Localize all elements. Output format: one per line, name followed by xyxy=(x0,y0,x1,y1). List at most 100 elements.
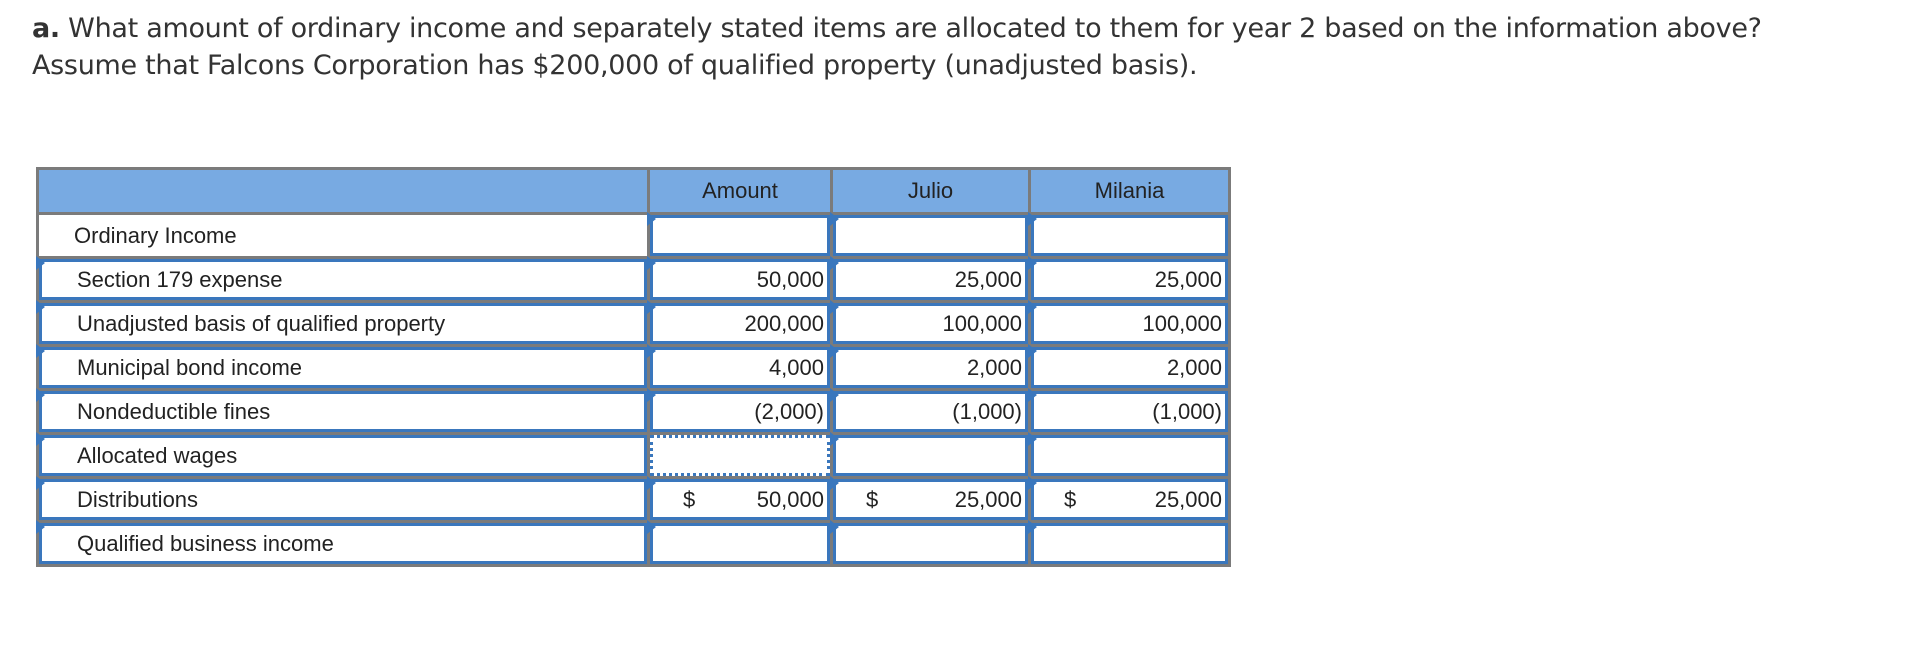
row-label-dropdown[interactable]: Nondeductible fines xyxy=(36,388,650,435)
julio-input[interactable] xyxy=(830,212,1031,259)
allocation-table: Amount Julio Milania Ordinary Income Sect… xyxy=(36,167,1231,567)
input-marker-icon xyxy=(830,388,839,402)
currency-symbol: $ xyxy=(683,486,696,512)
milania-field[interactable] xyxy=(1031,215,1228,256)
julio-field[interactable]: $25,000 xyxy=(833,479,1028,520)
amount-value: 4,000 xyxy=(768,354,824,380)
row-label-dropdown[interactable]: Unadjusted basis of qualified property xyxy=(36,300,650,347)
julio-input[interactable]: $25,000 xyxy=(830,476,1031,523)
dropdown-marker-icon xyxy=(36,520,45,534)
input-marker-icon xyxy=(830,344,839,358)
dropdown-marker-icon xyxy=(36,388,45,402)
amount-input[interactable]: 4,000 xyxy=(647,344,833,391)
milania-input[interactable]: 100,000 xyxy=(1028,300,1231,347)
currency-symbol: $ xyxy=(866,486,879,512)
header-row: Amount Julio Milania xyxy=(36,167,1231,215)
table-row: Nondeductible fines (2,000) (1,000) (1,000) xyxy=(36,388,1231,435)
header-julio: Julio xyxy=(830,167,1031,215)
amount-input[interactable]: $50,000 xyxy=(647,476,833,523)
row-label-text: Municipal bond income xyxy=(39,347,647,388)
table-row: Qualified business income xyxy=(36,520,1231,567)
amount-field[interactable] xyxy=(650,435,830,476)
milania-field[interactable] xyxy=(1031,523,1228,564)
header-amount: Amount xyxy=(647,167,833,215)
amount-field[interactable]: (2,000) xyxy=(650,391,830,432)
milania-field[interactable]: 2,000 xyxy=(1031,347,1228,388)
julio-input[interactable]: 2,000 xyxy=(830,344,1031,391)
milania-value: 25,000 xyxy=(1154,266,1222,292)
julio-input[interactable]: 25,000 xyxy=(830,256,1031,303)
amount-value: 50,000 xyxy=(756,486,824,512)
amount-input[interactable] xyxy=(647,212,833,259)
table-row: Distributions $50,000 $25,000 $25,000 xyxy=(36,476,1231,523)
input-marker-icon xyxy=(1028,212,1037,226)
milania-field[interactable]: 100,000 xyxy=(1031,303,1228,344)
amount-field[interactable] xyxy=(650,523,830,564)
julio-value: (1,000) xyxy=(952,398,1022,424)
milania-input[interactable] xyxy=(1028,212,1231,259)
row-label-dropdown[interactable]: Municipal bond income xyxy=(36,344,650,391)
table-row: Ordinary Income xyxy=(36,212,1231,259)
julio-field[interactable] xyxy=(833,215,1028,256)
milania-value: 2,000 xyxy=(1166,354,1222,380)
amount-field[interactable]: 50,000 xyxy=(650,259,830,300)
input-marker-icon xyxy=(647,520,656,534)
amount-field[interactable]: $50,000 xyxy=(650,479,830,520)
julio-field[interactable]: (1,000) xyxy=(833,391,1028,432)
julio-input[interactable] xyxy=(830,520,1031,567)
input-marker-icon xyxy=(1028,520,1037,534)
milania-input[interactable] xyxy=(1028,432,1231,479)
row-label-dropdown[interactable]: Distributions xyxy=(36,476,650,523)
amount-value: 200,000 xyxy=(744,310,824,336)
milania-field[interactable]: (1,000) xyxy=(1031,391,1228,432)
question-prefix: a. xyxy=(32,13,60,44)
amount-input[interactable] xyxy=(647,520,833,567)
amount-field[interactable]: 4,000 xyxy=(650,347,830,388)
table-row: Section 179 expense 50,000 25,000 25,000 xyxy=(36,256,1231,303)
row-label-dropdown[interactable]: Allocated wages xyxy=(36,432,650,479)
julio-input[interactable]: (1,000) xyxy=(830,388,1031,435)
milania-input[interactable] xyxy=(1028,520,1231,567)
milania-field[interactable]: $25,000 xyxy=(1031,479,1228,520)
input-marker-icon xyxy=(1028,388,1037,402)
amount-field[interactable]: 200,000 xyxy=(650,303,830,344)
input-marker-icon xyxy=(830,256,839,270)
amount-value: 50,000 xyxy=(756,266,824,292)
row-label-text: Distributions xyxy=(39,479,647,520)
dropdown-marker-icon xyxy=(36,256,45,270)
input-marker-icon xyxy=(647,300,656,314)
row-label: Ordinary Income xyxy=(36,212,650,259)
milania-input[interactable]: $25,000 xyxy=(1028,476,1231,523)
input-marker-icon xyxy=(647,476,656,490)
amount-input[interactable] xyxy=(647,432,833,479)
table-row: Municipal bond income 4,000 2,000 2,000 xyxy=(36,344,1231,391)
amount-input[interactable]: 200,000 xyxy=(647,300,833,347)
question-line-2: Assume that Falcons Corporation has $200… xyxy=(32,50,1198,81)
julio-input[interactable]: 100,000 xyxy=(830,300,1031,347)
amount-value: (2,000) xyxy=(754,398,824,424)
julio-field[interactable]: 25,000 xyxy=(833,259,1028,300)
input-marker-icon xyxy=(647,212,656,226)
julio-value: 25,000 xyxy=(954,486,1022,512)
julio-field[interactable]: 2,000 xyxy=(833,347,1028,388)
milania-input[interactable]: 25,000 xyxy=(1028,256,1231,303)
julio-field[interactable] xyxy=(833,523,1028,564)
header-milania: Milania xyxy=(1028,167,1231,215)
milania-field[interactable] xyxy=(1031,435,1228,476)
julio-field[interactable] xyxy=(833,435,1028,476)
milania-input[interactable]: 2,000 xyxy=(1028,344,1231,391)
amount-input[interactable]: 50,000 xyxy=(647,256,833,303)
input-marker-icon xyxy=(1028,432,1037,446)
row-label-dropdown[interactable]: Section 179 expense xyxy=(36,256,650,303)
dropdown-marker-icon xyxy=(36,476,45,490)
amount-input[interactable]: (2,000) xyxy=(647,388,833,435)
julio-input[interactable] xyxy=(830,432,1031,479)
julio-field[interactable]: 100,000 xyxy=(833,303,1028,344)
header-label xyxy=(36,167,650,215)
amount-field[interactable] xyxy=(650,215,830,256)
milania-field[interactable]: 25,000 xyxy=(1031,259,1228,300)
row-label-dropdown[interactable]: Qualified business income xyxy=(36,520,650,567)
input-marker-icon xyxy=(830,212,839,226)
input-marker-icon xyxy=(1028,256,1037,270)
milania-input[interactable]: (1,000) xyxy=(1028,388,1231,435)
